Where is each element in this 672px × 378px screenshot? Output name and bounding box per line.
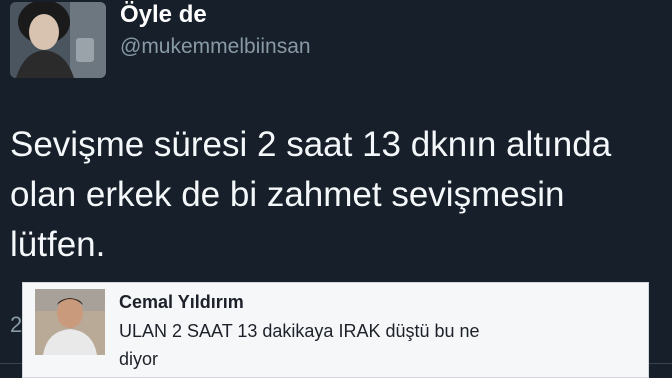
comment-text-line: diyor xyxy=(119,349,159,369)
tweet-handle[interactable]: @mukemmelbiinsan xyxy=(120,34,311,60)
tweet-avatar-photo xyxy=(10,2,106,78)
comment-text: ULAN 2 SAAT 13 dakikaya IRAK düştü bu ne… xyxy=(119,317,619,373)
comment-text-line: ULAN 2 SAAT 13 dakikaya IRAK düştü bu ne xyxy=(119,321,480,341)
tweet-text-line: Sevişme süresi 2 saat 13 dknın altında xyxy=(10,125,612,164)
tweet-display-name[interactable]: Öyle de xyxy=(120,0,207,30)
tweet-footer-partial: 2 xyxy=(10,312,23,337)
comment-card: Cemal Yıldırım ULAN 2 SAAT 13 dakikaya I… xyxy=(22,282,649,378)
tweet-text-line: lütfen. xyxy=(10,225,106,264)
comment-author-avatar[interactable] xyxy=(35,289,105,355)
comment-author-name[interactable]: Cemal Yıldırım xyxy=(119,291,244,313)
tweet-author-avatar[interactable] xyxy=(10,2,106,78)
tweet-text: Sevişme süresi 2 saat 13 dknın altında o… xyxy=(10,120,660,270)
comment-avatar-photo xyxy=(35,289,105,355)
tweet-text-line: olan erkek de bi zahmet sevişmesin xyxy=(10,175,565,214)
screenshot-frame: Öyle de @mukemmelbiinsan Sevişme süresi … xyxy=(0,0,672,378)
